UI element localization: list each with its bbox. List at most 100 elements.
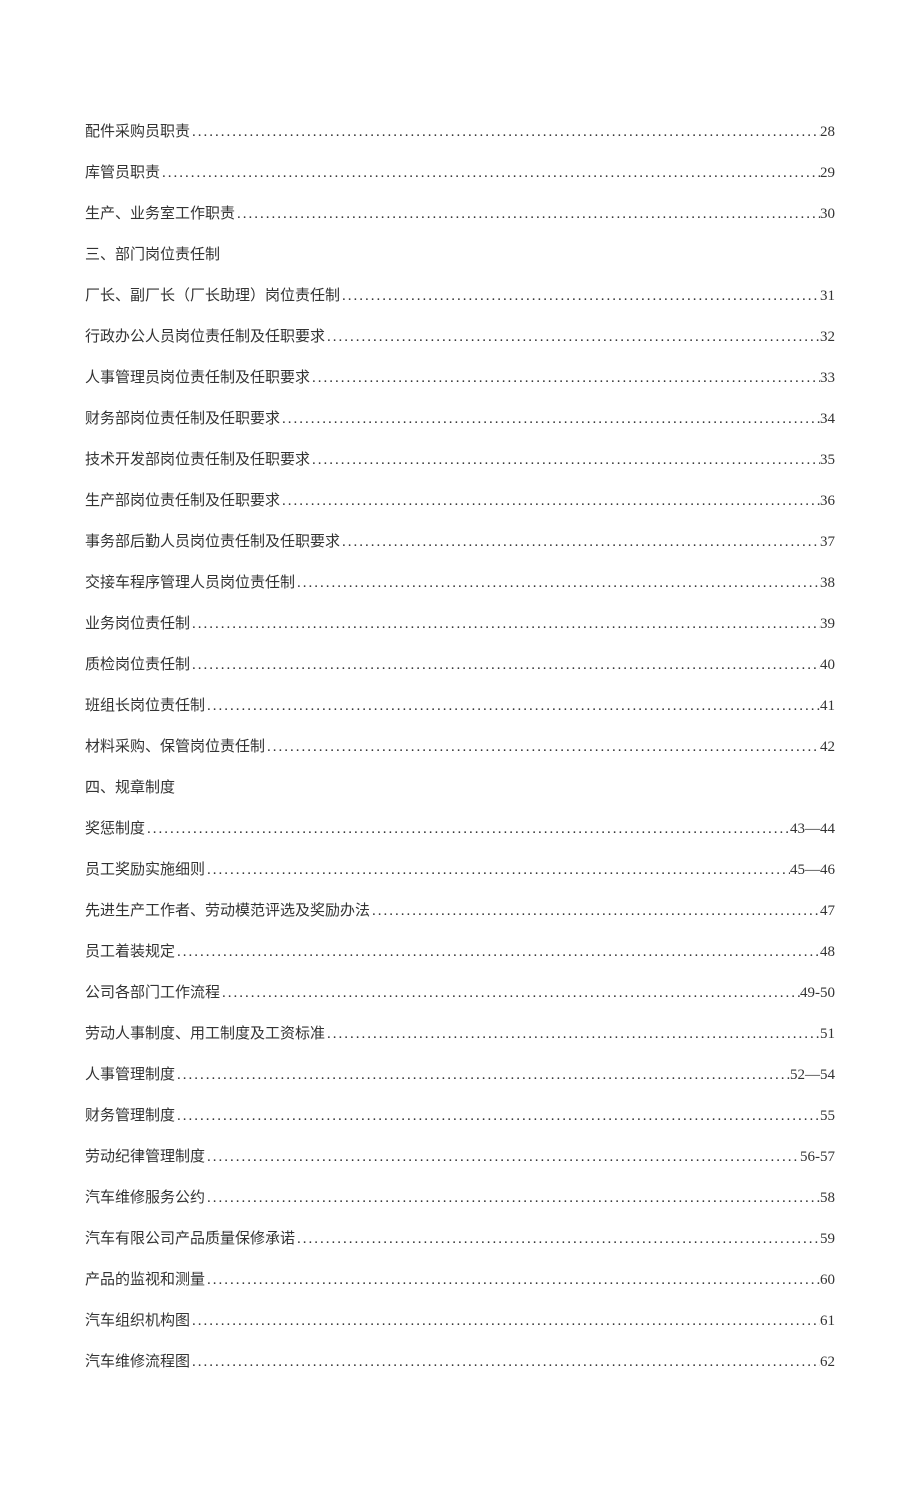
toc-entry-page: 34 xyxy=(820,411,835,428)
toc-leader-dots xyxy=(310,452,820,469)
toc-entry: 先进生产工作者、劳动模范评选及奖励办法 47 xyxy=(85,899,835,920)
toc-entry: 班组长岗位责任制 41 xyxy=(85,694,835,715)
toc-leader-dots xyxy=(205,1190,820,1207)
toc-entry-title: 产品的监视和测量 xyxy=(85,1268,205,1289)
toc-entry-page: 61 xyxy=(820,1313,835,1330)
toc-leader-dots xyxy=(220,985,800,1002)
toc-entry: 汽车维修服务公约 58 xyxy=(85,1186,835,1207)
toc-entry: 业务岗位责任制39 xyxy=(85,612,835,633)
toc-entry: 生产部岗位责任制及任职要求36 xyxy=(85,489,835,510)
toc-leader-dots xyxy=(295,1231,820,1248)
toc-entry: 劳动纪律管理制度 56-57 xyxy=(85,1145,835,1166)
toc-entry: 厂长、副厂长（厂长助理）岗位责任制 31 xyxy=(85,284,835,305)
toc-entry-title: 人事管理员岗位责任制及任职要求 xyxy=(85,366,310,387)
toc-entry-title: 交接车程序管理人员岗位责任制 xyxy=(85,571,295,592)
toc-entry-page: 31 xyxy=(820,288,835,305)
toc-entry-title: 配件采购员职责 xyxy=(85,120,190,141)
toc-entry: 材料采购、保管岗位责任制 42 xyxy=(85,735,835,756)
toc-entry-page: 56-57 xyxy=(800,1149,835,1166)
toc-entry-title: 材料采购、保管岗位责任制 xyxy=(85,735,265,756)
toc-entry-title: 库管员职责 xyxy=(85,161,160,182)
toc-leader-dots xyxy=(190,1354,820,1371)
toc-entry-page: 33 xyxy=(820,370,835,387)
toc-entry: 事务部后勤人员岗位责任制及任职要求 37 xyxy=(85,530,835,551)
toc-entry: 交接车程序管理人员岗位责任制 38 xyxy=(85,571,835,592)
toc-entry: 质检岗位责任制 40 xyxy=(85,653,835,674)
toc-entry-page: 62 xyxy=(820,1354,835,1371)
toc-entry-title: 技术开发部岗位责任制及任职要求 xyxy=(85,448,310,469)
toc-entry-page: 58 xyxy=(820,1190,835,1207)
toc-leader-dots xyxy=(325,1026,820,1043)
toc-leader-dots xyxy=(340,534,820,551)
toc-entry-page: 47 xyxy=(820,903,835,920)
toc-entry-title: 先进生产工作者、劳动模范评选及奖励办法 xyxy=(85,899,370,920)
toc-leader-dots xyxy=(205,1149,800,1166)
toc-entry-title: 厂长、副厂长（厂长助理）岗位责任制 xyxy=(85,284,340,305)
toc-leader-dots xyxy=(265,739,820,756)
toc-entry: 财务管理制度 55 xyxy=(85,1104,835,1125)
toc-entry-page: 40 xyxy=(820,657,835,674)
toc-entry-page: 39 xyxy=(820,616,835,633)
toc-entry: 产品的监视和测量 60 xyxy=(85,1268,835,1289)
toc-entry-title: 汽车维修流程图 xyxy=(85,1350,190,1371)
toc-entry-page: 29 xyxy=(820,165,835,182)
toc-entry: 人事管理制度 52—54 xyxy=(85,1063,835,1084)
toc-entry-title: 财务管理制度 xyxy=(85,1104,175,1125)
toc-leader-dots xyxy=(175,944,820,961)
toc-entry: 配件采购员职责28 xyxy=(85,120,835,141)
toc-entry-page: 32 xyxy=(820,329,835,346)
toc-entry-title: 劳动纪律管理制度 xyxy=(85,1145,205,1166)
toc-entry-page: 45—46 xyxy=(790,862,835,879)
toc-leader-dots xyxy=(205,698,820,715)
toc-entry-page: 60 xyxy=(820,1272,835,1289)
toc-entry: 奖惩制度 43—44 xyxy=(85,817,835,838)
toc-leader-dots xyxy=(205,1272,820,1289)
toc-leader-dots xyxy=(190,657,820,674)
toc-leader-dots xyxy=(145,821,790,838)
toc-entry-title: 汽车维修服务公约 xyxy=(85,1186,205,1207)
toc-entry: 公司各部门工作流程49-50 xyxy=(85,981,835,1002)
toc-entry: 行政办公人员岗位责任制及任职要求 32 xyxy=(85,325,835,346)
toc-entry-page: 37 xyxy=(820,534,835,551)
toc-leader-dots xyxy=(280,411,820,428)
toc-entry: 财务部岗位责任制及任职要求 34 xyxy=(85,407,835,428)
toc-leader-dots xyxy=(295,575,820,592)
toc-entry: 汽车维修流程图 62 xyxy=(85,1350,835,1371)
toc-entry-title: 公司各部门工作流程 xyxy=(85,981,220,1002)
toc-entry-page: 59 xyxy=(820,1231,835,1248)
toc-leader-dots xyxy=(190,616,820,633)
toc-entry-page: 52—54 xyxy=(790,1067,835,1084)
toc-entry-title: 财务部岗位责任制及任职要求 xyxy=(85,407,280,428)
toc-entry-page: 41 xyxy=(820,698,835,715)
toc-entry-page: 43—44 xyxy=(790,821,835,838)
toc-entry-page: 55 xyxy=(820,1108,835,1125)
toc-section-heading: 四、规章制度 xyxy=(85,776,835,797)
toc-entry-title: 奖惩制度 xyxy=(85,817,145,838)
toc-entry-title: 班组长岗位责任制 xyxy=(85,694,205,715)
toc-leader-dots xyxy=(370,903,820,920)
toc-entry-page: 51 xyxy=(820,1026,835,1043)
toc-entry-page: 48 xyxy=(820,944,835,961)
toc-entry-title: 劳动人事制度、用工制度及工资标准 xyxy=(85,1022,325,1043)
toc-entry-title: 员工奖励实施细则 xyxy=(85,858,205,879)
toc-entry: 汽车有限公司产品质量保修承诺59 xyxy=(85,1227,835,1248)
toc-entry-page: 36 xyxy=(820,493,835,510)
toc-entry-title: 汽车组织机构图 xyxy=(85,1309,190,1330)
toc-leader-dots xyxy=(310,370,820,387)
toc-entry-title: 质检岗位责任制 xyxy=(85,653,190,674)
toc-entry-title: 人事管理制度 xyxy=(85,1063,175,1084)
toc-entry: 库管员职责 29 xyxy=(85,161,835,182)
toc-leader-dots xyxy=(280,493,820,510)
toc-leader-dots xyxy=(175,1108,820,1125)
toc-leader-dots xyxy=(175,1067,790,1084)
toc-leader-dots xyxy=(190,124,820,141)
toc-entry-page: 30 xyxy=(820,206,835,223)
toc-entry: 汽车组织机构图 61 xyxy=(85,1309,835,1330)
toc-leader-dots xyxy=(160,165,820,182)
toc-leader-dots xyxy=(235,206,820,223)
toc-entry-page: 38 xyxy=(820,575,835,592)
toc-entry-title: 事务部后勤人员岗位责任制及任职要求 xyxy=(85,530,340,551)
toc-entry: 员工奖励实施细则 45—46 xyxy=(85,858,835,879)
toc-entry-title: 行政办公人员岗位责任制及任职要求 xyxy=(85,325,325,346)
toc-entry-page: 42 xyxy=(820,739,835,756)
